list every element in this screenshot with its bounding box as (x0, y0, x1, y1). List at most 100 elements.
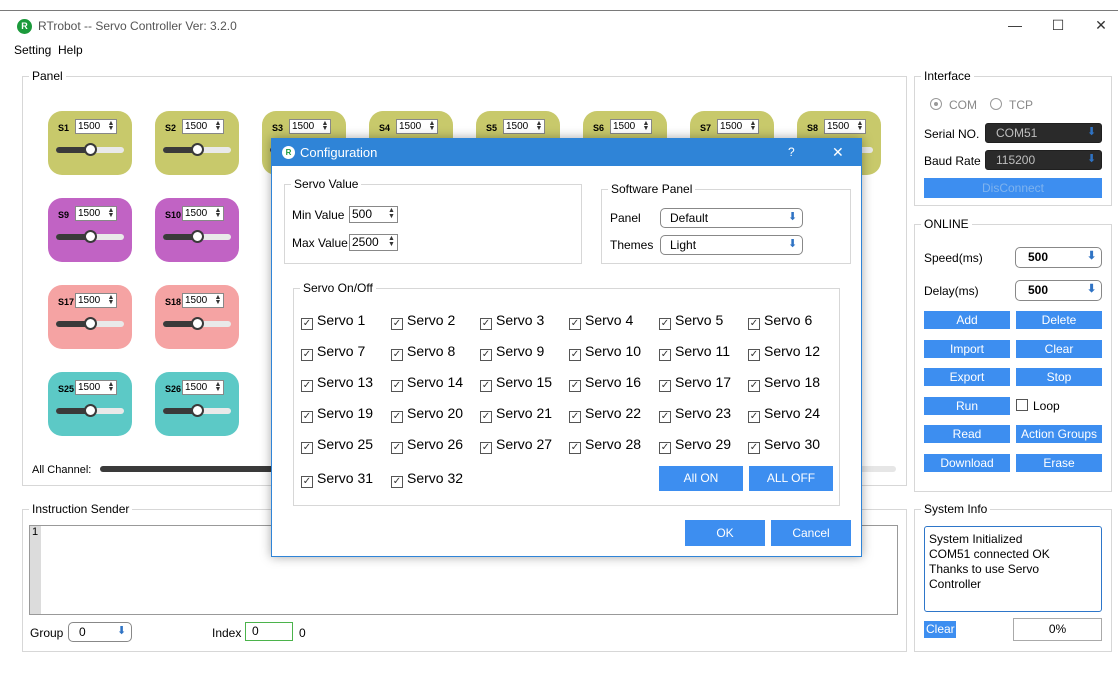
checkbox-checked-icon[interactable]: ✓ (748, 411, 760, 423)
checkbox-checked-icon[interactable]: ✓ (391, 380, 403, 392)
servo-value-spinbox[interactable]: 1500 ▲ ▼ (182, 206, 224, 221)
servo-slider[interactable] (56, 317, 124, 330)
checkbox-checked-icon[interactable]: ✓ (301, 411, 313, 423)
tcp-radio[interactable] (990, 98, 1002, 110)
servo-checkbox[interactable]: ✓ Servo 14 (391, 374, 463, 392)
servo-checkbox[interactable]: ✓ Servo 20 (391, 405, 463, 423)
checkbox-checked-icon[interactable]: ✓ (391, 411, 403, 423)
checkbox-checked-icon[interactable]: ✓ (569, 411, 581, 423)
checkbox-checked-icon[interactable]: ✓ (480, 380, 492, 392)
cancel-button[interactable]: Cancel (771, 520, 851, 546)
spin-arrows-icon[interactable]: ▲ ▼ (749, 120, 757, 132)
menu-help[interactable]: Help (58, 43, 83, 57)
checkbox-checked-icon[interactable]: ✓ (391, 476, 403, 488)
servo-value-spinbox[interactable]: 1500 ▲ ▼ (75, 119, 117, 134)
servo-checkbox[interactable]: ✓ Servo 15 (480, 374, 552, 392)
slider-knob[interactable] (191, 143, 204, 156)
servo-checkbox[interactable]: ✓ Servo 11 (659, 343, 730, 361)
servo-slider[interactable] (163, 230, 231, 243)
help-button[interactable]: ? (788, 145, 795, 159)
checkbox-checked-icon[interactable]: ✓ (659, 380, 671, 392)
checkbox-checked-icon[interactable]: ✓ (659, 349, 671, 361)
servo-checkbox[interactable]: ✓ Servo 26 (391, 436, 463, 454)
servo-slider[interactable] (163, 317, 231, 330)
servo-slider[interactable] (163, 404, 231, 417)
index-input[interactable]: 0 (245, 622, 293, 641)
spin-arrows-icon[interactable]: ▲ ▼ (107, 120, 115, 132)
menu-setting[interactable]: Setting (14, 43, 51, 57)
servo-checkbox[interactable]: ✓ Servo 23 (659, 405, 731, 423)
spin-arrows-icon[interactable]: ▲ ▼ (107, 381, 115, 393)
slider-knob[interactable] (191, 317, 204, 330)
checkbox-checked-icon[interactable]: ✓ (569, 349, 581, 361)
clear-list-button[interactable]: Clear (1016, 340, 1102, 358)
ok-button[interactable]: OK (685, 520, 765, 546)
checkbox-checked-icon[interactable]: ✓ (569, 380, 581, 392)
erase-button[interactable]: Erase (1016, 454, 1102, 472)
maximize-button[interactable]: ☐ (1043, 15, 1073, 35)
checkbox-checked-icon[interactable]: ✓ (748, 380, 760, 392)
min-value-spinbox[interactable]: 500 ▲ ▼ (349, 206, 398, 223)
checkbox-checked-icon[interactable]: ✓ (391, 349, 403, 361)
servo-checkbox[interactable]: ✓ Servo 22 (569, 405, 641, 423)
spin-arrows-icon[interactable]: ▲ ▼ (535, 120, 543, 132)
servo-value-spinbox[interactable]: 1500 ▲ ▼ (75, 380, 117, 395)
servo-checkbox[interactable]: ✓ Servo 2 (391, 312, 455, 330)
servo-checkbox[interactable]: ✓ Servo 7 (301, 343, 365, 361)
servo-checkbox[interactable]: ✓ Servo 24 (748, 405, 820, 423)
checkbox-checked-icon[interactable]: ✓ (391, 318, 403, 330)
spin-arrows-icon[interactable]: ▲ ▼ (107, 294, 115, 306)
all-off-button[interactable]: ALL OFF (749, 466, 833, 491)
servo-slider[interactable] (163, 143, 231, 156)
all-on-button[interactable]: All ON (659, 466, 743, 491)
spin-arrows-icon[interactable]: ▲ ▼ (214, 207, 222, 219)
checkbox-checked-icon[interactable]: ✓ (569, 318, 581, 330)
servo-checkbox[interactable]: ✓ Servo 25 (301, 436, 373, 454)
spin-arrows-icon[interactable]: ▲ ▼ (214, 120, 222, 132)
servo-slider[interactable] (56, 404, 124, 417)
checkbox-checked-icon[interactable]: ✓ (480, 318, 492, 330)
checkbox-checked-icon[interactable]: ✓ (301, 380, 313, 392)
servo-checkbox[interactable]: ✓ Servo 31 (301, 470, 373, 488)
import-button[interactable]: Import (924, 340, 1010, 358)
export-button[interactable]: Export (924, 368, 1010, 386)
servo-value-spinbox[interactable]: 1500 ▲ ▼ (396, 119, 438, 134)
servo-checkbox[interactable]: ✓ Servo 19 (301, 405, 373, 423)
checkbox-checked-icon[interactable]: ✓ (659, 442, 671, 454)
servo-value-spinbox[interactable]: 1500 ▲ ▼ (182, 380, 224, 395)
max-value-spinbox[interactable]: 2500 ▲ ▼ (349, 234, 398, 251)
servo-checkbox[interactable]: ✓ Servo 18 (748, 374, 820, 392)
com-radio[interactable] (930, 98, 942, 110)
servo-checkbox[interactable]: ✓ Servo 8 (391, 343, 455, 361)
loop-checkbox[interactable] (1016, 399, 1028, 411)
spin-arrows-icon[interactable]: ▲ ▼ (214, 381, 222, 393)
clear-info-button[interactable]: Clear (924, 621, 956, 638)
servo-value-spinbox[interactable]: 1500 ▲ ▼ (289, 119, 331, 134)
checkbox-checked-icon[interactable]: ✓ (659, 318, 671, 330)
spin-arrows-icon[interactable]: ▲ ▼ (321, 120, 329, 132)
slider-knob[interactable] (84, 317, 97, 330)
checkbox-checked-icon[interactable]: ✓ (480, 411, 492, 423)
servo-value-spinbox[interactable]: 1500 ▲ ▼ (503, 119, 545, 134)
slider-knob[interactable] (84, 404, 97, 417)
dialog-close-button[interactable]: ✕ (832, 144, 844, 161)
servo-value-spinbox[interactable]: 1500 ▲ ▼ (182, 119, 224, 134)
slider-knob[interactable] (84, 143, 97, 156)
download-button[interactable]: Download (924, 454, 1010, 472)
checkbox-checked-icon[interactable]: ✓ (569, 442, 581, 454)
servo-checkbox[interactable]: ✓ Servo 1 (301, 312, 365, 330)
panel-select[interactable]: Default ⬇ (660, 208, 803, 228)
servo-checkbox[interactable]: ✓ Servo 4 (569, 312, 633, 330)
servo-value-spinbox[interactable]: 1500 ▲ ▼ (182, 293, 224, 308)
servo-checkbox[interactable]: ✓ Servo 16 (569, 374, 641, 392)
spin-arrows-icon[interactable]: ▲ ▼ (387, 235, 396, 249)
servo-checkbox[interactable]: ✓ Servo 28 (569, 436, 641, 454)
servo-value-spinbox[interactable]: 1500 ▲ ▼ (75, 206, 117, 221)
spin-arrows-icon[interactable]: ▲ ▼ (856, 120, 864, 132)
checkbox-checked-icon[interactable]: ✓ (480, 442, 492, 454)
stop-button[interactable]: Stop (1016, 368, 1102, 386)
add-button[interactable]: Add (924, 311, 1010, 329)
slider-knob[interactable] (84, 230, 97, 243)
servo-checkbox[interactable]: ✓ Servo 32 (391, 470, 463, 488)
checkbox-checked-icon[interactable]: ✓ (301, 442, 313, 454)
